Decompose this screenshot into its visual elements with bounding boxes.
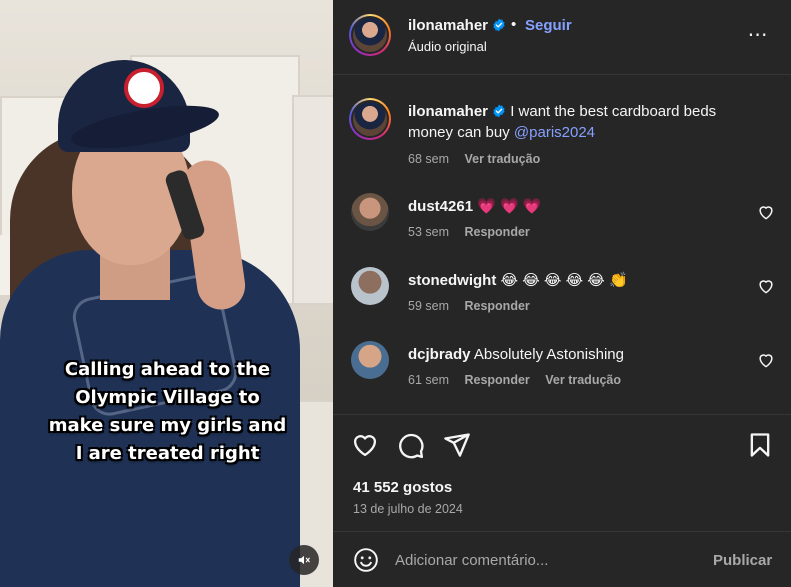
comment-item: dust4261 💗 💗 💗 <box>408 196 743 217</box>
comment-username[interactable]: stonedwight <box>408 272 496 289</box>
comment-username[interactable]: dust4261 <box>408 198 473 215</box>
caption-time[interactable]: 68 sem <box>408 152 449 166</box>
reply-button[interactable]: Responder <box>464 225 529 239</box>
comment-meta: 61 sem Responder Ver tradução <box>408 373 633 387</box>
like-heart-icon[interactable] <box>351 431 379 459</box>
post-side-panel: ilonamaher • Seguir Áudio original ⋯ ilo… <box>333 0 791 587</box>
background-cabinet <box>292 95 333 305</box>
share-send-icon[interactable] <box>443 431 471 459</box>
author-username[interactable]: ilonamaher <box>408 17 506 34</box>
translate-button[interactable]: Ver tradução <box>464 152 540 166</box>
translate-button[interactable]: Ver tradução <box>545 373 621 387</box>
reel-video[interactable]: Calling ahead to the Olympic Village to … <box>0 0 333 587</box>
comment-time[interactable]: 53 sem <box>408 225 449 239</box>
heart-outline-icon[interactable] <box>756 276 776 296</box>
comment-composer: Publicar <box>333 532 791 587</box>
comment-text: 😂 😂 😂 😂 😂 👏 <box>500 272 628 289</box>
mention-link[interactable]: @paris2024 <box>514 124 595 141</box>
reel-viewer: Calling ahead to the Olympic Village to … <box>0 0 791 587</box>
comment-item: stonedwight 😂 😂 😂 😂 😂 👏 <box>408 270 743 291</box>
comment-text: 💗 💗 💗 <box>477 198 542 215</box>
comment-bubble-icon[interactable] <box>397 431 425 459</box>
separator-dot: • <box>511 16 517 33</box>
author-avatar[interactable] <box>349 14 391 56</box>
caption-comment: ilonamaher I want the best cardboard bed… <box>408 101 743 143</box>
save-bookmark-icon[interactable] <box>746 431 774 459</box>
verified-badge-icon <box>493 18 505 32</box>
caption-meta: 68 sem Ver tradução <box>408 152 552 166</box>
commenter-avatar[interactable] <box>351 341 389 379</box>
comment-meta: 53 sem Responder <box>408 225 542 239</box>
mute-button[interactable] <box>289 545 319 575</box>
comment-time[interactable]: 61 sem <box>408 373 449 387</box>
more-dots-icon: ⋯ <box>747 24 769 46</box>
comment-item: dcjbrady Absolutely Astonishing <box>408 344 743 365</box>
caption-username[interactable]: ilonamaher <box>408 103 488 120</box>
post-date[interactable]: 13 de julho de 2024 <box>353 502 463 516</box>
reply-button[interactable]: Responder <box>464 373 529 387</box>
post-header: ilonamaher • Seguir Áudio original ⋯ <box>333 0 791 74</box>
comment-input[interactable] <box>395 544 695 576</box>
comments-list[interactable]: ilonamaher I want the best cardboard bed… <box>333 74 791 414</box>
comment-text: Absolutely Astonishing <box>473 346 624 363</box>
follow-button[interactable]: Seguir <box>525 17 572 34</box>
author-username-text[interactable]: ilonamaher <box>408 17 488 34</box>
reply-button[interactable]: Responder <box>464 299 529 313</box>
comment-time[interactable]: 59 sem <box>408 299 449 313</box>
likes-count[interactable]: 41 552 gostos <box>353 479 452 496</box>
verified-badge-icon <box>493 104 505 118</box>
post-actions <box>333 415 791 475</box>
cap-logo <box>124 68 164 108</box>
heart-outline-icon[interactable] <box>756 350 776 370</box>
more-options-button[interactable]: ⋯ <box>743 20 773 50</box>
heart-outline-icon[interactable] <box>756 202 776 222</box>
caption-author-avatar[interactable] <box>349 98 391 140</box>
video-caption: Calling ahead to the Olympic Village to … <box>48 359 287 464</box>
speaker-muted-icon <box>298 555 310 565</box>
emoji-smiley-icon[interactable] <box>353 547 379 573</box>
audio-label[interactable]: Áudio original <box>408 39 487 54</box>
commenter-avatar[interactable] <box>351 193 389 231</box>
comment-meta: 59 sem Responder <box>408 299 542 313</box>
publish-button[interactable]: Publicar <box>713 552 772 569</box>
commenter-avatar[interactable] <box>351 267 389 305</box>
comment-username[interactable]: dcjbrady <box>408 346 471 363</box>
